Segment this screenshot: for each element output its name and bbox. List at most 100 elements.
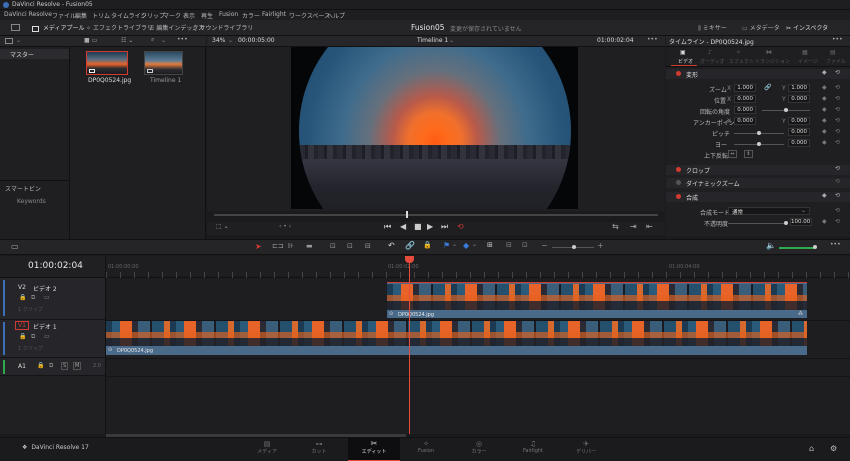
viewer-scrubber[interactable] [214,214,658,216]
menu-help[interactable]: ヘルプ [327,11,345,20]
page-fairlight[interactable]: ♫ Fairlight [519,440,547,460]
reset-icon[interactable]: ⟲ [835,95,840,102]
reset-icon[interactable]: ⟲ [835,207,840,214]
reset-icon[interactable]: ⟲ [835,165,840,172]
play-icon[interactable]: ▶ [427,222,433,231]
panel-toggle-icon[interactable] [11,24,20,31]
zoom-x-field[interactable]: 1.000 [734,84,756,92]
mixer-button[interactable]: ⫼ ミキサー [698,23,727,33]
flag-icon[interactable]: ⚑ [443,241,450,250]
snapping-icon[interactable]: ↶ [388,241,395,250]
opacity-slider[interactable] [728,223,788,224]
reset-icon[interactable]: ⟲ [835,128,840,135]
menu-fairlight[interactable]: Fairlight [262,11,286,18]
opacity-field[interactable]: 100.00 [790,218,812,226]
selection-tool-icon[interactable]: ➤ [255,242,262,251]
keyframe-icon[interactable]: ◆ [822,84,827,91]
enable-toggle[interactable] [676,167,681,172]
skip-to-end-icon[interactable]: ⏭ [441,222,448,232]
reset-icon[interactable]: ⟲ [835,178,840,185]
keyframe-icon[interactable]: ◆ [822,117,827,124]
menu-fusion[interactable]: Fusion [219,11,238,18]
keywords-bin[interactable]: Keywords [17,198,46,205]
rotation-field[interactable]: 0.000 [734,106,756,114]
page-cut[interactable]: ⊶ カット [306,440,332,460]
track-name[interactable]: ビデオ 1 [33,322,57,331]
timeline-clip-v1[interactable]: ⊙ DP0Q0524.jpg [106,321,807,355]
skip-to-start-icon[interactable]: ⏮ [384,222,391,232]
menu-playback[interactable]: 再生 [201,11,213,20]
zoom-detail-icon[interactable]: ⊟ [506,241,512,249]
dynamic-trim-icon[interactable]: ⊪ [288,242,294,250]
slider-knob[interactable] [757,142,761,146]
auto-track-icon[interactable]: ⧉ [31,294,35,302]
flip-horizontal-button[interactable]: ⇔ [728,150,737,158]
last-frame-icon[interactable]: ⇤ [646,222,653,231]
media-pool-button[interactable]: メディアプール [32,23,85,33]
more-options-icon[interactable]: ••• [830,241,841,248]
tab-video[interactable]: ▣ ビデオ [671,49,697,66]
keyframe-icon[interactable]: ◆ [822,128,827,135]
keyframe-icon[interactable]: ◆ [822,95,827,102]
view-toggle-icon[interactable]: ■ ▭ [84,37,97,44]
zoom-full-icon[interactable]: ⊞ [487,241,493,249]
chevron-down-icon[interactable]: ⌄ [161,37,166,44]
monitor-icon[interactable]: ▭ [44,333,50,340]
composite-section-header[interactable]: 合成 ◆ ⟲ [666,192,850,202]
monitor-icon[interactable]: ▭ [44,294,50,301]
volume-slider[interactable] [779,247,815,249]
flip-vertical-button[interactable]: ⇕ [744,150,753,158]
anchor-y-field[interactable]: 0.000 [788,117,810,125]
mute-button[interactable]: M [73,362,82,370]
chevron-down-icon[interactable]: ⌄ [449,37,454,44]
more-options-icon[interactable]: ••• [177,36,188,43]
tab-image[interactable]: ▦ イメージ [793,49,819,66]
marker-icon[interactable]: ◆ [463,241,469,250]
playhead-handle[interactable] [405,256,414,263]
page-edit[interactable]: ✂ エディット [348,438,400,461]
crop-section-header[interactable]: クロップ ⟲ [666,165,850,175]
volume-icon[interactable]: 🔈 [766,241,776,250]
menu-file[interactable]: ファイル [52,11,76,20]
menu-workspace[interactable]: ワークスペース [289,11,330,20]
home-icon[interactable]: ⌂ [809,444,814,453]
page-media[interactable]: ▤ メディア [254,440,280,460]
yaw-field[interactable]: 0.000 [788,139,810,147]
effects-library-button[interactable]: ✧ エフェクトライブラリ [86,23,153,33]
tab-audio[interactable]: ♪ オーディオ [699,49,725,66]
slider-knob[interactable] [572,245,576,249]
menu-davinci[interactable]: DaVinci Resolve [4,11,52,18]
page-fusion[interactable]: ✧ Fusion [413,440,439,460]
tab-file[interactable]: ▤ ファイル [821,49,847,66]
page-deliver[interactable]: ✈ デリバー [573,440,599,460]
playhead[interactable] [409,256,410,434]
trim-tool-icon[interactable]: ⊏⊐ [272,242,284,250]
position-y-field[interactable]: 0.000 [788,95,810,103]
auto-track-icon[interactable]: ⧉ [31,333,35,341]
insert-clip-icon[interactable]: ⊡ [330,242,336,250]
bin-master[interactable]: マスター [0,49,69,59]
match-frame-icon[interactable]: ⇆ [612,222,619,231]
reset-icon[interactable]: ⟲ [835,117,840,124]
page-color[interactable]: ◎ カラー [466,440,492,460]
stop-icon[interactable]: ■ [414,222,422,231]
menu-view[interactable]: 表示 [183,11,195,20]
chevron-down-icon[interactable]: ⌄ [228,37,233,44]
track-name[interactable]: ビデオ 2 [33,284,57,293]
keyframe-icon[interactable]: ◆ [822,139,827,146]
media-clip-timeline[interactable]: Timeline 1 [144,51,186,84]
replace-clip-icon[interactable]: ⊟ [365,242,371,250]
keyframe-icon[interactable]: ◆ [822,218,827,225]
tab-effects[interactable]: ✧ エフェクト [727,49,754,66]
zoom-in-icon[interactable]: + [597,241,604,250]
more-options-icon[interactable]: ••• [832,36,843,43]
enable-toggle[interactable] [676,194,681,199]
gear-icon[interactable]: ⚙ [830,444,837,453]
timeline-selector[interactable]: Timeline 1 [417,37,448,44]
position-x-field[interactable]: 0.000 [734,95,756,103]
lock-icon[interactable]: 🔒 [19,333,26,340]
transform-section-header[interactable]: 変形 ◆ ⟲ [666,69,850,79]
reset-icon[interactable]: ⟲ [835,69,840,76]
zoom-custom-icon[interactable]: ⊡ [522,241,528,249]
keyframe-icon[interactable]: ◆ [822,69,827,76]
